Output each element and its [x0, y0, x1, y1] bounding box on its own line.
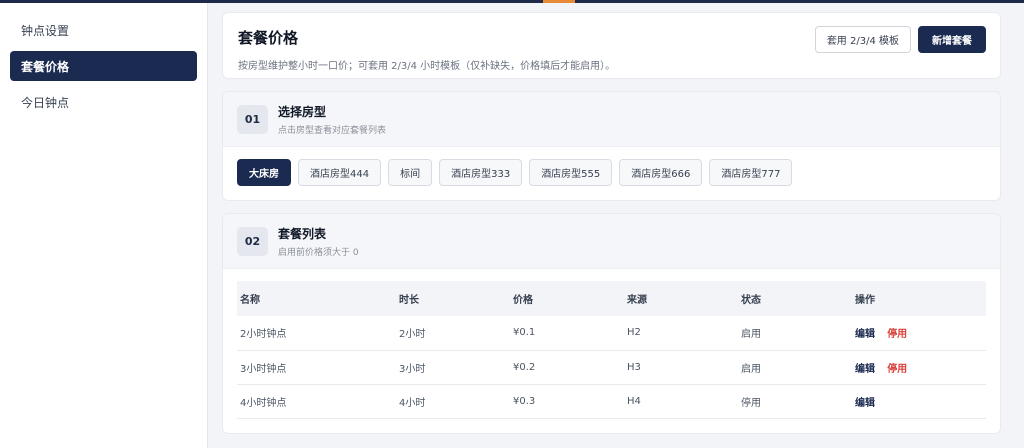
apply-template-button[interactable]: 套用 2/3/4 模板	[814, 26, 911, 53]
sidebar-item-hourly-settings[interactable]: 钟点设置	[10, 15, 197, 45]
package-list-card: 02 套餐列表 启用前价格须大于 0 名称 时长 价格 来源 状态 操作 2小时…	[222, 213, 1001, 434]
cell-name: 3小时钟点	[237, 350, 396, 385]
room-type-card: 01 选择房型 点击房型查看对应套餐列表 大床房 酒店房型444 标间 酒店房型…	[222, 91, 1001, 201]
edit-link[interactable]: 编辑	[855, 329, 875, 340]
cell-price: ¥0.2	[510, 350, 624, 385]
main-content: 套餐价格 按房型维护整小时一口价；可套用 2/3/4 小时模板（仅补缺失，价格填…	[222, 12, 1001, 446]
sidebar: 钟点设置 套餐价格 今日钟点	[0, 3, 208, 448]
section-header: 01 选择房型 点击房型查看对应套餐列表	[223, 92, 1000, 147]
edit-link[interactable]: 编辑	[855, 364, 875, 375]
column-header-price: 价格	[513, 295, 533, 306]
table-header-row: 名称 时长 价格 来源 状态 操作	[237, 281, 986, 316]
cell-name: 4小时钟点	[237, 384, 396, 419]
section-subtitle: 启用前价格须大于 0	[278, 247, 359, 258]
sidebar-item-label: 今日钟点	[21, 95, 70, 110]
edit-link[interactable]: 编辑	[855, 398, 875, 409]
cell-status: 启用	[738, 316, 852, 351]
header-actions: 套用 2/3/4 模板 新增套餐	[814, 26, 986, 53]
section-number-badge: 01	[237, 104, 268, 134]
section-number-badge: 02	[237, 226, 268, 256]
top-bar-accent	[543, 0, 575, 3]
cell-source: H4	[624, 384, 738, 419]
table-row: 4小时钟点 4小时 ¥0.3 H4 停用 编辑	[237, 384, 986, 419]
room-chip[interactable]: 酒店房型333	[439, 159, 523, 186]
table-row: 2小时钟点 2小时 ¥0.1 H2 启用 编辑 停用	[237, 316, 986, 351]
room-chip[interactable]: 酒店房型666	[619, 159, 703, 186]
room-chip[interactable]: 酒店房型777	[709, 159, 793, 186]
room-chip[interactable]: 酒店房型555	[529, 159, 613, 186]
column-header-status: 状态	[741, 295, 761, 306]
room-chip[interactable]: 酒店房型444	[298, 159, 382, 186]
sidebar-item-today-hourly[interactable]: 今日钟点	[10, 87, 197, 117]
cell-source: H2	[624, 316, 738, 351]
sidebar-item-package-price[interactable]: 套餐价格	[10, 51, 197, 81]
column-header-name: 名称	[240, 295, 260, 306]
sidebar-item-label: 套餐价格	[21, 59, 70, 74]
cell-name: 2小时钟点	[237, 316, 396, 351]
room-type-list: 大床房 酒店房型444 标间 酒店房型333 酒店房型555 酒店房型666 酒…	[223, 147, 1000, 200]
cell-duration: 3小时	[396, 350, 510, 385]
sidebar-item-label: 钟点设置	[21, 23, 70, 38]
cell-duration: 4小时	[396, 384, 510, 419]
cell-status: 停用	[738, 384, 852, 419]
cell-price: ¥0.1	[510, 316, 624, 351]
add-package-button[interactable]: 新增套餐	[918, 26, 986, 53]
cell-status: 启用	[738, 350, 852, 385]
section-title: 选择房型	[278, 104, 327, 119]
table-row: 3小时钟点 3小时 ¥0.2 H3 启用 编辑 停用	[237, 350, 986, 385]
section-subtitle: 点击房型查看对应套餐列表	[278, 125, 387, 136]
cell-price: ¥0.3	[510, 384, 624, 419]
disable-link[interactable]: 停用	[887, 329, 907, 340]
page-header-card: 套餐价格 按房型维护整小时一口价；可套用 2/3/4 小时模板（仅补缺失，价格填…	[222, 12, 1001, 79]
cell-source: H3	[624, 350, 738, 385]
cell-actions: 编辑 停用	[852, 316, 986, 351]
disable-link[interactable]: 停用	[887, 364, 907, 375]
column-header-actions: 操作	[855, 295, 875, 306]
section-header: 02 套餐列表 启用前价格须大于 0	[223, 214, 1000, 269]
cell-actions: 编辑 停用	[852, 350, 986, 385]
section-title: 套餐列表	[278, 226, 327, 241]
cell-actions: 编辑	[852, 384, 986, 419]
package-table: 名称 时长 价格 来源 状态 操作 2小时钟点 2小时 ¥0.1 H2 启用 编…	[237, 281, 986, 419]
room-chip[interactable]: 标间	[388, 159, 433, 186]
room-chip-selected[interactable]: 大床房	[237, 159, 291, 186]
page-description: 按房型维护整小时一口价；可套用 2/3/4 小时模板（仅补缺失，价格填后才能启用…	[238, 61, 616, 72]
cell-duration: 2小时	[396, 316, 510, 351]
column-header-duration: 时长	[399, 295, 419, 306]
column-header-source: 来源	[627, 295, 647, 306]
